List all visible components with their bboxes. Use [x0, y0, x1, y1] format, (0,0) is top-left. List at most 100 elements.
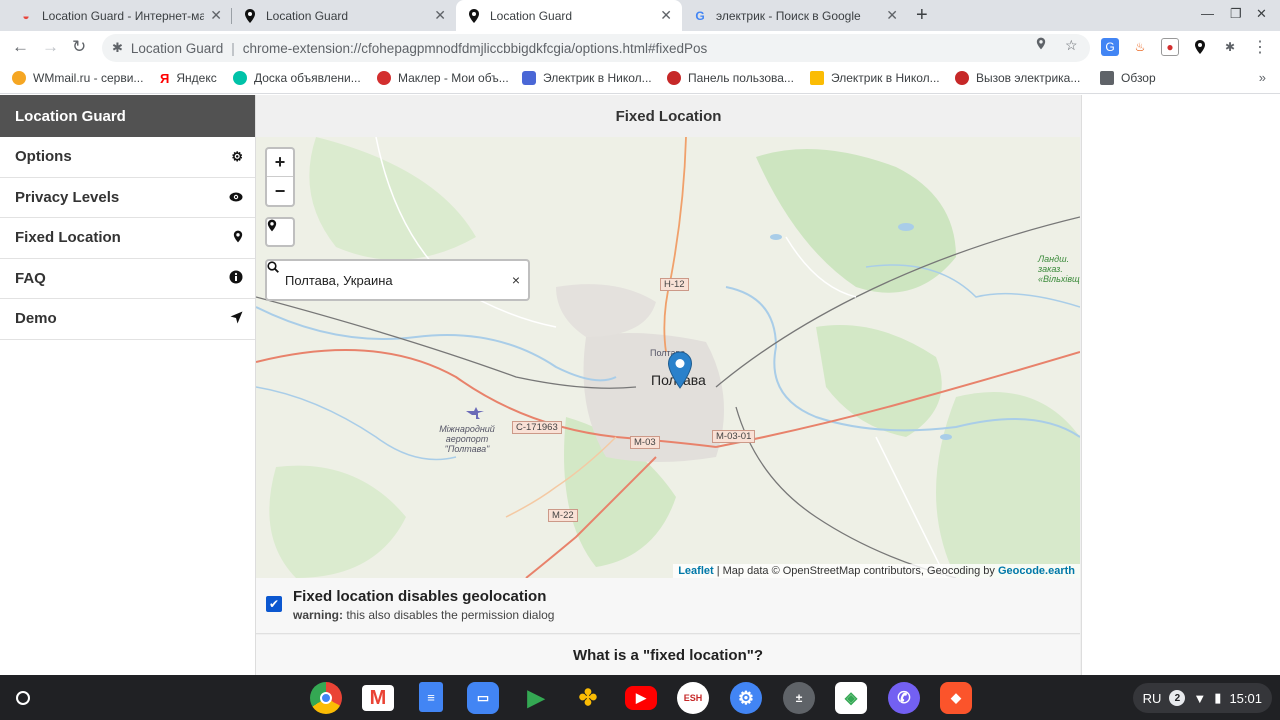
leaflet-link[interactable]: Leaflet	[678, 565, 713, 577]
fixed-location-checkbox[interactable]: ✔	[266, 596, 282, 612]
bookmark-item[interactable]: Маклер - Мои объ...	[377, 71, 509, 85]
sidebar-item-fixed-location[interactable]: Fixed Location	[0, 218, 255, 259]
translate-icon[interactable]: G	[1101, 38, 1119, 56]
close-icon[interactable]: ✕	[210, 7, 222, 24]
tab-strip: ◒ Location Guard - Интернет-маг ✕ Locati…	[0, 0, 1280, 31]
restore-icon[interactable]: ❐	[1230, 6, 1242, 22]
bookmark-item[interactable]: Обзор	[1100, 71, 1156, 85]
bookmark-item[interactable]: Я Яндекс	[160, 71, 217, 86]
close-window-icon[interactable]: ✕	[1256, 6, 1267, 22]
reload-icon[interactable]: ↻	[72, 37, 86, 57]
sidebar-item-label: Privacy Levels	[15, 188, 120, 206]
google-icon: G	[695, 8, 705, 23]
tab-title: электрик - Поиск в Google	[716, 8, 861, 23]
launcher-button[interactable]	[8, 683, 38, 713]
bookmark-item[interactable]: Электрик в Никол...	[522, 71, 652, 85]
bookmark-label: Маклер - Мои объ...	[398, 71, 509, 85]
chrome-app-icon[interactable]	[310, 682, 342, 714]
search-input[interactable]: Полтава, Украина	[285, 273, 512, 288]
new-tab-button[interactable]: +	[916, 4, 928, 27]
location-guard-icon	[466, 8, 482, 24]
bookmark-label: Вызов электрика...	[976, 71, 1081, 85]
road-label: М-22	[548, 509, 578, 522]
road-label: М-03	[630, 436, 660, 449]
tab-title: Location Guard	[490, 8, 573, 23]
sidebar-item-label: Options	[15, 148, 72, 166]
location-guard-ext-icon[interactable]	[1191, 38, 1209, 56]
bookmark-icon	[377, 71, 391, 85]
map-view[interactable]: Н-12 С-171963 М-03 М-03-01 М-22 Полтава …	[256, 137, 1080, 578]
youtube-app-icon[interactable]: ▶	[625, 686, 657, 710]
input-language: RU	[1142, 690, 1162, 706]
bookmark-item[interactable]: Вызов электрика...	[955, 71, 1080, 85]
bookmark-label: WMmail.ru - серви...	[33, 71, 144, 85]
location-icon[interactable]	[1036, 37, 1046, 53]
airport-label: Міжнародний аеропорт "Полтава"	[439, 424, 495, 454]
chrome-webstore-icon: ◒	[22, 8, 30, 23]
tab-2[interactable]: Location Guard ✕	[232, 0, 456, 31]
extensions-puzzle-icon[interactable]: ✱	[1221, 38, 1239, 56]
bookmark-icon	[12, 71, 26, 85]
sidebar-item-privacy-levels[interactable]: Privacy Levels	[0, 178, 255, 218]
record-icon[interactable]: ●	[1161, 38, 1179, 56]
zoom-out-button[interactable]: −	[267, 177, 293, 205]
bookmark-icon	[955, 71, 969, 85]
brave-app-icon[interactable]: ◆	[940, 682, 972, 714]
back-icon[interactable]: ←	[12, 37, 29, 57]
photos-app-icon[interactable]: ✤	[572, 682, 604, 714]
status-tray[interactable]: RU 2 ▼ ▮ 15:01	[1132, 683, 1272, 713]
location-arrow-icon	[230, 311, 243, 327]
close-icon[interactable]: ✕	[660, 7, 672, 24]
sidebar-item-faq[interactable]: FAQ	[0, 259, 255, 299]
bookmark-label: Обзор	[1121, 71, 1156, 85]
calculator-app-icon[interactable]: ±	[783, 682, 815, 714]
faq-question: What is a "fixed location"?	[256, 635, 1080, 675]
menu-kebab-icon[interactable]: ⋮	[1251, 38, 1269, 56]
bookmark-label: Яндекс	[176, 71, 217, 85]
locate-button[interactable]	[265, 217, 295, 247]
play-store-icon[interactable]: ▶	[520, 682, 552, 714]
fire-icon[interactable]: ♨	[1131, 38, 1149, 56]
clear-search-button[interactable]: ×	[512, 272, 520, 288]
gear-icon: ⚙	[231, 148, 243, 164]
maps-app-icon[interactable]: ◈	[835, 682, 867, 714]
address-bar[interactable]: ✱ Location Guard | chrome-extension://cf…	[102, 34, 1090, 62]
fixed-location-option: ✔ Fixed location disables geolocation wa…	[256, 578, 1080, 634]
bookmark-icon	[667, 71, 681, 85]
settings-app-icon[interactable]: ⚙	[730, 682, 762, 714]
forward-icon[interactable]: →	[42, 37, 59, 57]
geocode-earth-link[interactable]: Geocode.earth	[998, 565, 1075, 577]
minimize-icon[interactable]: —	[1201, 6, 1214, 21]
sidebar-item-demo[interactable]: Demo	[0, 299, 255, 340]
tab-4[interactable]: G электрик - Поиск в Google ✕	[682, 0, 908, 31]
close-icon[interactable]: ✕	[886, 7, 898, 24]
close-icon[interactable]: ✕	[434, 7, 446, 24]
zoom-in-button[interactable]: +	[267, 149, 293, 177]
viber-app-icon[interactable]: ✆	[888, 682, 920, 714]
more-bookmarks-icon[interactable]: »	[1259, 70, 1266, 85]
wifi-icon: ▼	[1193, 690, 1207, 706]
bookmark-item[interactable]: Панель пользова...	[667, 71, 794, 85]
bookmark-item[interactable]: Электрик в Никол...	[810, 71, 940, 85]
sidebar-item-options[interactable]: Options ⚙	[0, 137, 255, 178]
star-icon[interactable]: ☆	[1065, 37, 1078, 54]
chromeos-shelf: M ≡ ▭ ▶ ✤ ▶ ESH ⚙ ± ◈ ✆ ◆ RU 2 ▼ ▮ 15:01	[0, 675, 1280, 720]
url-text: chrome-extension://cfohepagpmnodfdmjlicc…	[242, 40, 708, 56]
app-icon[interactable]: ESH	[677, 682, 709, 714]
tab-1[interactable]: ◒ Location Guard - Интернет-маг ✕	[8, 0, 232, 31]
bookmarks-bar: WMmail.ru - серви... Я Яндекс Доска объяв…	[0, 64, 1280, 94]
sidebar: Location Guard Options ⚙ Privacy Levels …	[0, 95, 256, 675]
docs-app-icon[interactable]: ≡	[419, 682, 443, 712]
battery-icon: ▮	[1214, 690, 1222, 705]
notification-badge: 2	[1169, 690, 1186, 706]
geosearch-box[interactable]: Полтава, Украина ×	[265, 259, 530, 301]
bookmark-item[interactable]: Доска объявлени...	[233, 71, 361, 85]
attribution-text: | Map data © OpenStreetMap contributors,…	[716, 565, 995, 577]
main-content: Fixed Location Н-12 С-171963 М-03 М-03-0…	[256, 95, 1082, 675]
bookmark-item[interactable]: WMmail.ru - серви...	[12, 71, 143, 85]
tab-3-active[interactable]: Location Guard ✕	[456, 0, 682, 31]
files-app-icon[interactable]: ▭	[467, 682, 499, 714]
launcher-icon	[16, 691, 30, 705]
gmail-app-icon[interactable]: M	[362, 685, 394, 711]
tab-title: Location Guard	[266, 8, 349, 23]
